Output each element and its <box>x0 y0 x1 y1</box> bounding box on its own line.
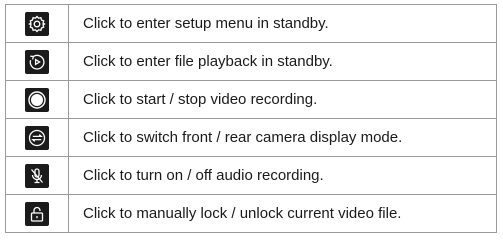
icon-cell <box>5 42 69 81</box>
lock-icon <box>25 201 49 226</box>
gear-icon <box>25 11 49 36</box>
icon-cell <box>5 80 69 119</box>
table-row: Click to enter setup menu in standby. <box>5 4 497 43</box>
row-description: Click to enter file playback in standby. <box>68 42 497 81</box>
icon-guide-table: Click to enter setup menu in standby. Cl… <box>5 4 497 233</box>
icon-cell <box>5 118 69 157</box>
table-row: Click to manually lock / unlock current … <box>5 194 497 233</box>
table-row: Click to start / stop video recording. <box>5 80 497 119</box>
icon-cell <box>5 194 69 233</box>
row-description: Click to start / stop video recording. <box>68 80 497 119</box>
playback-icon <box>25 49 49 74</box>
switch-camera-icon <box>25 125 49 150</box>
record-icon <box>25 87 49 112</box>
table-row: Click to enter file playback in standby. <box>5 42 497 81</box>
table-row: Click to switch front / rear camera disp… <box>5 118 497 157</box>
row-description: Click to manually lock / unlock current … <box>68 194 497 233</box>
table-row: Click to turn on / off audio recording. <box>5 156 497 195</box>
mic-off-icon <box>25 163 49 188</box>
icon-cell <box>5 156 69 195</box>
row-description: Click to switch front / rear camera disp… <box>68 118 497 157</box>
icon-cell <box>5 4 69 43</box>
row-description: Click to turn on / off audio recording. <box>68 156 497 195</box>
row-description: Click to enter setup menu in standby. <box>68 4 497 43</box>
